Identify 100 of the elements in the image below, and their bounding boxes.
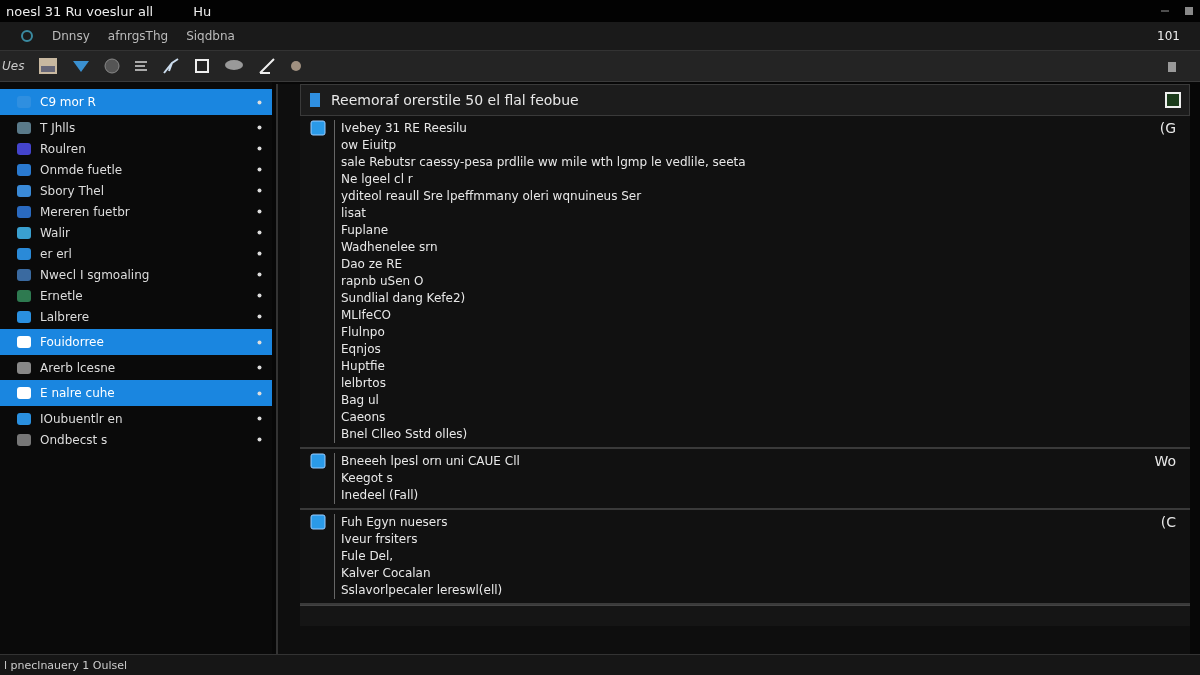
item-icon — [16, 182, 32, 199]
dot-icon — [257, 314, 262, 319]
corner-label: Wo — [1154, 453, 1176, 471]
dot-icon — [257, 209, 262, 214]
dot-icon — [257, 188, 262, 193]
item-icon — [16, 119, 32, 136]
text-line: Inedeel (Fall) — [341, 487, 420, 504]
triangle-icon[interactable] — [72, 59, 91, 73]
text-line: ow Eiuitp — [341, 137, 398, 154]
item-icon — [16, 410, 32, 427]
item-icon — [16, 308, 32, 325]
panel-title: Reemoraf orerstile 50 el flal feobue — [331, 92, 579, 108]
item-icon — [16, 203, 32, 220]
folder-icon — [310, 453, 326, 469]
text-line: Keegot s — [341, 470, 394, 487]
window-title: noesl 31 Ru voeslur all — [6, 3, 154, 19]
status-text: l pneclnauery 1 Oulsel — [4, 658, 128, 672]
item-icon — [16, 224, 32, 241]
lines-icon[interactable] — [134, 59, 149, 73]
item-icon — [16, 359, 32, 376]
sidebar-item[interactable]: T Jhlls — [0, 117, 272, 138]
menu-item[interactable]: afnrgsThg — [107, 29, 169, 43]
dot-icon — [257, 230, 262, 235]
text-line: Fule Del, — [341, 548, 395, 565]
sidebar-item[interactable]: C9 mor R — [0, 89, 272, 115]
sidebar-item[interactable]: Ondbecst s — [0, 429, 272, 450]
text-line: Sundlial dang Kefe2) — [341, 290, 467, 307]
dot-icon — [257, 167, 262, 172]
sidebar-item[interactable]: Ernetle — [0, 285, 272, 306]
text-line: Bnel Clleo Sstd olles) — [341, 426, 469, 443]
item-icon — [16, 385, 32, 401]
dot-icon — [257, 99, 262, 105]
dot-icon — [257, 416, 262, 421]
sidebar-item[interactable]: er erl — [0, 243, 272, 264]
toolbar-label: Ues — [2, 59, 25, 73]
text-line: Kalver Cocalan — [341, 565, 432, 582]
app-icon[interactable] — [20, 29, 34, 43]
sidebar-item[interactable]: Arerb lcesne — [0, 357, 272, 378]
text-line: Dao ze RE — [341, 256, 404, 273]
menu-item[interactable]: Siqdbna — [186, 29, 235, 43]
dot-icon — [257, 146, 262, 151]
item-icon — [16, 334, 32, 350]
text-line: Fuplane — [341, 222, 390, 239]
window-title-extra: Hu — [193, 3, 212, 19]
picture-icon[interactable] — [38, 57, 59, 75]
text-line: Flulnpo — [341, 324, 386, 341]
item-icon — [16, 287, 32, 304]
dot-icon — [257, 272, 262, 277]
dot-icon[interactable] — [290, 60, 303, 72]
text-line: Iveur frsiters — [341, 531, 419, 548]
sidebar-item[interactable]: Roulren — [0, 138, 272, 159]
dot-icon — [257, 125, 262, 130]
text-line: lelbrtos — [341, 375, 387, 392]
item-icon — [16, 245, 32, 262]
sidebar-item[interactable]: Sbory Thel — [0, 180, 272, 201]
text-line: Huptfie — [341, 358, 386, 375]
text-line: Sslavorlpecaler lereswl(ell) — [341, 582, 504, 599]
text-line: Ivebey 31 RE Reesilu — [341, 120, 468, 137]
item-icon — [16, 266, 32, 283]
dot-icon — [257, 251, 262, 256]
sidebar-item[interactable]: IOubuentlr en — [0, 408, 272, 429]
text-line: Fuh Egyn nuesers — [341, 514, 449, 531]
text-line: sale Rebutsr caessy-pesa prdlile ww mile wth lgmp le vedlile, seeta — [341, 154, 747, 171]
text-line: yditeol reaull Sre lpeffmmany oleri wqnuineus Ser — [341, 188, 643, 205]
window-icon[interactable] — [1184, 6, 1194, 16]
pen-icon[interactable] — [258, 57, 277, 75]
circle-icon[interactable] — [104, 58, 121, 74]
text-line: Caeons — [341, 409, 387, 426]
item-icon — [16, 431, 32, 448]
dot-icon — [257, 437, 262, 442]
dot-icon — [257, 293, 262, 298]
sidebar-item[interactable]: Nwecl I sgmoaling — [0, 264, 272, 285]
sidebar-item[interactable]: Mereren fuetbr — [0, 201, 272, 222]
pen-icon[interactable] — [162, 57, 181, 75]
sidebar-item[interactable]: E nalre cuhe — [0, 380, 272, 406]
menu-number: 101 — [1157, 29, 1180, 43]
corner-label: (C — [1160, 514, 1176, 532]
item-icon — [16, 161, 32, 178]
trash-icon[interactable] — [1166, 59, 1178, 73]
sidebar-item[interactable]: Lalbrere — [0, 306, 272, 327]
text-line: Wadhenelee srn — [341, 239, 439, 256]
sidebar-item[interactable]: Onmde fuetle — [0, 159, 272, 180]
folder-icon — [310, 120, 326, 136]
text-line: Eqnjos — [341, 341, 382, 358]
dot-icon — [257, 365, 262, 370]
sidebar-item[interactable]: Fouidorree — [0, 329, 272, 355]
checkbox-icon[interactable] — [1165, 92, 1181, 108]
text-line: Bag ul — [341, 392, 380, 409]
document-icon — [309, 92, 321, 108]
speech-icon[interactable] — [224, 59, 245, 73]
text-line: MLIfeCO — [341, 307, 392, 324]
text-line: lisat — [341, 205, 367, 222]
text-line: Bneeeh lpesl orn uni CAUE Cll — [341, 453, 521, 470]
corner-label: (G — [1159, 120, 1176, 138]
text-line: rapnb uSen O — [341, 273, 425, 290]
sidebar-item[interactable]: Walir — [0, 222, 272, 243]
menu-item[interactable]: Dnnsy — [52, 29, 90, 43]
dot-icon — [257, 339, 262, 345]
square-icon[interactable] — [194, 58, 211, 74]
item-icon — [16, 140, 32, 157]
